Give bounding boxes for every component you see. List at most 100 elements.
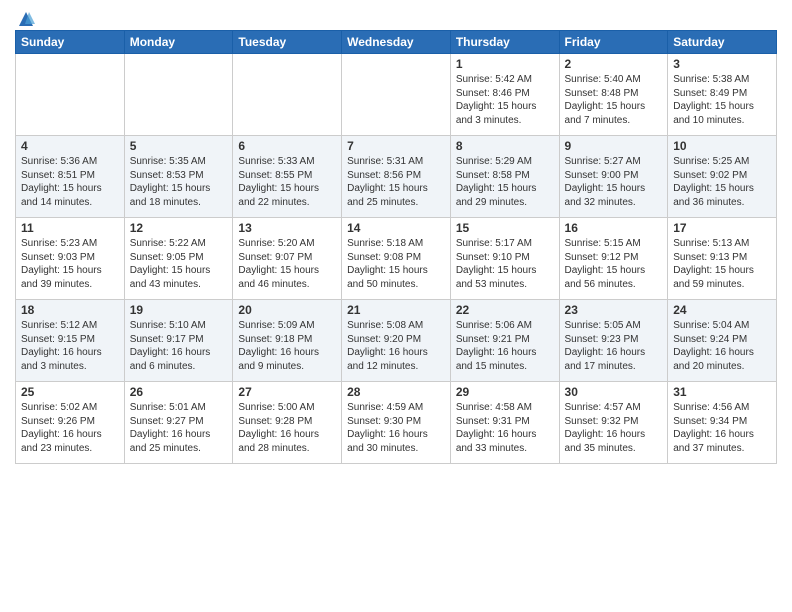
calendar-cell: 15 Sunrise: 5:17 AMSunset: 9:10 PMDayligh… (450, 218, 559, 300)
calendar-cell: 13 Sunrise: 5:20 AMSunset: 9:07 PMDayligh… (233, 218, 342, 300)
day-header-sunday: Sunday (16, 31, 125, 54)
calendar-cell: 9 Sunrise: 5:27 AMSunset: 9:00 PMDaylight… (559, 136, 668, 218)
day-info: Sunrise: 5:33 AMSunset: 8:55 PMDaylight:… (238, 155, 336, 209)
day-info: Sunrise: 5:00 AMSunset: 9:28 PMDaylight:… (238, 401, 336, 455)
day-number: 5 (130, 139, 228, 153)
day-number: 31 (673, 385, 771, 399)
day-header-monday: Monday (124, 31, 233, 54)
calendar-cell: 26 Sunrise: 5:01 AMSunset: 9:27 PMDayligh… (124, 382, 233, 464)
day-number: 25 (21, 385, 119, 399)
day-number: 24 (673, 303, 771, 317)
day-number: 26 (130, 385, 228, 399)
day-number: 9 (565, 139, 663, 153)
calendar-cell (16, 54, 125, 136)
calendar-cell: 21Sunrise: 5:08 AMSunset: 9:20 PMDayligh… (342, 300, 451, 382)
day-header-saturday: Saturday (668, 31, 777, 54)
calendar-cell: 30 Sunrise: 4:57 AMSunset: 9:32 PMDayligh… (559, 382, 668, 464)
calendar-cell: 7 Sunrise: 5:31 AMSunset: 8:56 PMDaylight… (342, 136, 451, 218)
day-number: 13 (238, 221, 336, 235)
day-info: Sunrise: 5:29 AMSunset: 8:58 PMDaylight:… (456, 155, 554, 209)
calendar-week-4: 18 Sunrise: 5:12 AMSunset: 9:15 PMDayligh… (16, 300, 777, 382)
day-number: 22 (456, 303, 554, 317)
calendar-cell (124, 54, 233, 136)
calendar-week-1: 1 Sunrise: 5:42 AMSunset: 8:46 PMDaylight… (16, 54, 777, 136)
day-number: 15 (456, 221, 554, 235)
calendar-week-5: 25 Sunrise: 5:02 AMSunset: 9:26 PMDayligh… (16, 382, 777, 464)
calendar-cell: 22 Sunrise: 5:06 AMSunset: 9:21 PMDayligh… (450, 300, 559, 382)
calendar-cell: 24 Sunrise: 5:04 AMSunset: 9:24 PMDayligh… (668, 300, 777, 382)
day-number: 14 (347, 221, 445, 235)
day-info: Sunrise: 4:58 AMSunset: 9:31 PMDaylight:… (456, 401, 554, 455)
day-number: 10 (673, 139, 771, 153)
day-number: 20 (238, 303, 336, 317)
calendar-cell: 14 Sunrise: 5:18 AMSunset: 9:08 PMDayligh… (342, 218, 451, 300)
day-info: Sunrise: 4:59 AMSunset: 9:30 PMDaylight:… (347, 401, 445, 455)
day-number: 1 (456, 57, 554, 71)
day-info: Sunrise: 5:15 AMSunset: 9:12 PMDaylight:… (565, 237, 663, 291)
logo-line (15, 10, 35, 28)
calendar-cell: 11Sunrise: 5:23 AMSunset: 9:03 PMDayligh… (16, 218, 125, 300)
day-info: Sunrise: 4:57 AMSunset: 9:32 PMDaylight:… (565, 401, 663, 455)
day-number: 2 (565, 57, 663, 71)
day-number: 3 (673, 57, 771, 71)
calendar: SundayMondayTuesdayWednesdayThursdayFrid… (15, 30, 777, 464)
day-info: Sunrise: 5:01 AMSunset: 9:27 PMDaylight:… (130, 401, 228, 455)
day-info: Sunrise: 5:42 AMSunset: 8:46 PMDaylight:… (456, 73, 554, 127)
calendar-cell: 27Sunrise: 5:00 AMSunset: 9:28 PMDayligh… (233, 382, 342, 464)
day-number: 29 (456, 385, 554, 399)
day-info: Sunrise: 5:35 AMSunset: 8:53 PMDaylight:… (130, 155, 228, 209)
day-header-thursday: Thursday (450, 31, 559, 54)
day-info: Sunrise: 5:23 AMSunset: 9:03 PMDaylight:… (21, 237, 119, 291)
day-info: Sunrise: 5:06 AMSunset: 9:21 PMDaylight:… (456, 319, 554, 373)
day-number: 16 (565, 221, 663, 235)
header (15, 10, 777, 24)
day-number: 7 (347, 139, 445, 153)
day-info: Sunrise: 5:20 AMSunset: 9:07 PMDaylight:… (238, 237, 336, 291)
day-info: Sunrise: 5:04 AMSunset: 9:24 PMDaylight:… (673, 319, 771, 373)
day-number: 6 (238, 139, 336, 153)
day-info: Sunrise: 5:13 AMSunset: 9:13 PMDaylight:… (673, 237, 771, 291)
calendar-cell: 3Sunrise: 5:38 AMSunset: 8:49 PMDaylight… (668, 54, 777, 136)
day-header-wednesday: Wednesday (342, 31, 451, 54)
day-info: Sunrise: 5:17 AMSunset: 9:10 PMDaylight:… (456, 237, 554, 291)
calendar-cell: 2Sunrise: 5:40 AMSunset: 8:48 PMDaylight… (559, 54, 668, 136)
day-info: Sunrise: 5:25 AMSunset: 9:02 PMDaylight:… (673, 155, 771, 209)
day-header-tuesday: Tuesday (233, 31, 342, 54)
calendar-cell: 6 Sunrise: 5:33 AMSunset: 8:55 PMDaylight… (233, 136, 342, 218)
calendar-cell: 20 Sunrise: 5:09 AMSunset: 9:18 PMDayligh… (233, 300, 342, 382)
day-info: Sunrise: 5:02 AMSunset: 9:26 PMDaylight:… (21, 401, 119, 455)
calendar-cell: 23 Sunrise: 5:05 AMSunset: 9:23 PMDayligh… (559, 300, 668, 382)
day-info: Sunrise: 4:56 AMSunset: 9:34 PMDaylight:… (673, 401, 771, 455)
calendar-cell: 1 Sunrise: 5:42 AMSunset: 8:46 PMDaylight… (450, 54, 559, 136)
calendar-cell: 10 Sunrise: 5:25 AMSunset: 9:02 PMDayligh… (668, 136, 777, 218)
calendar-cell: 5 Sunrise: 5:35 AMSunset: 8:53 PMDaylight… (124, 136, 233, 218)
day-info: Sunrise: 5:09 AMSunset: 9:18 PMDaylight:… (238, 319, 336, 373)
page: SundayMondayTuesdayWednesdayThursdayFrid… (0, 0, 792, 612)
day-number: 28 (347, 385, 445, 399)
day-number: 30 (565, 385, 663, 399)
day-number: 12 (130, 221, 228, 235)
calendar-cell: 16 Sunrise: 5:15 AMSunset: 9:12 PMDayligh… (559, 218, 668, 300)
calendar-cell: 28 Sunrise: 4:59 AMSunset: 9:30 PMDayligh… (342, 382, 451, 464)
calendar-week-2: 4Sunrise: 5:36 AMSunset: 8:51 PMDaylight… (16, 136, 777, 218)
day-number: 19 (130, 303, 228, 317)
day-number: 4 (21, 139, 119, 153)
day-info: Sunrise: 5:27 AMSunset: 9:00 PMDaylight:… (565, 155, 663, 209)
calendar-cell: 19Sunrise: 5:10 AMSunset: 9:17 PMDayligh… (124, 300, 233, 382)
calendar-cell: 8 Sunrise: 5:29 AMSunset: 8:58 PMDaylight… (450, 136, 559, 218)
day-number: 23 (565, 303, 663, 317)
day-header-friday: Friday (559, 31, 668, 54)
day-number: 8 (456, 139, 554, 153)
logo (15, 10, 35, 24)
day-info: Sunrise: 5:31 AMSunset: 8:56 PMDaylight:… (347, 155, 445, 209)
logo-icon (17, 10, 35, 28)
day-info: Sunrise: 5:12 AMSunset: 9:15 PMDaylight:… (21, 319, 119, 373)
calendar-cell: 25 Sunrise: 5:02 AMSunset: 9:26 PMDayligh… (16, 382, 125, 464)
day-info: Sunrise: 5:05 AMSunset: 9:23 PMDaylight:… (565, 319, 663, 373)
calendar-cell: 17Sunrise: 5:13 AMSunset: 9:13 PMDayligh… (668, 218, 777, 300)
day-info: Sunrise: 5:18 AMSunset: 9:08 PMDaylight:… (347, 237, 445, 291)
calendar-cell: 12 Sunrise: 5:22 AMSunset: 9:05 PMDayligh… (124, 218, 233, 300)
day-number: 18 (21, 303, 119, 317)
day-info: Sunrise: 5:22 AMSunset: 9:05 PMDaylight:… (130, 237, 228, 291)
calendar-week-3: 11Sunrise: 5:23 AMSunset: 9:03 PMDayligh… (16, 218, 777, 300)
